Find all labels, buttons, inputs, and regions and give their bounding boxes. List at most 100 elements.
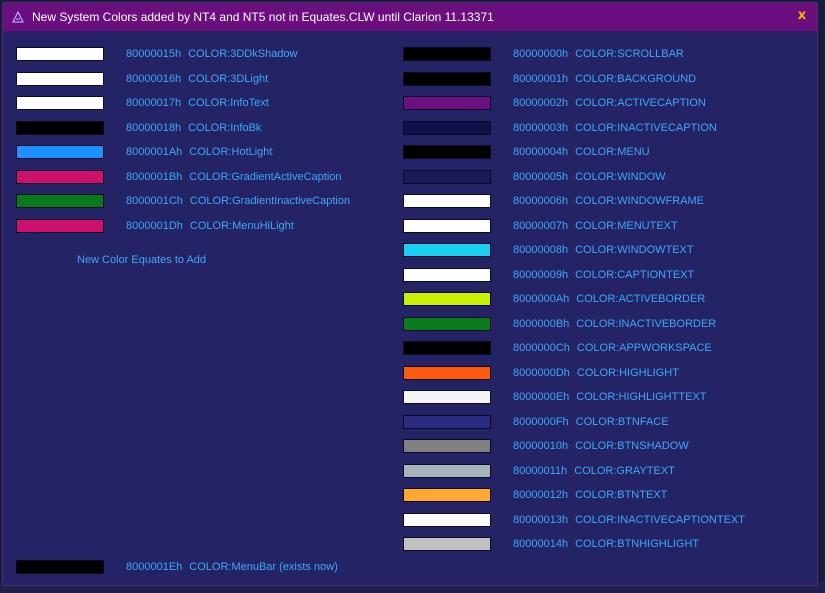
color-label: 80000015h COLOR:3DDkShadow [126, 48, 298, 60]
color-label: 80000016h COLOR:3DLight [126, 73, 268, 85]
color-code: 80000007h [513, 219, 569, 232]
color-code: 8000001Eh [126, 561, 183, 573]
color-code: 80000010h [513, 440, 569, 452]
color-code: 80000005h [513, 170, 569, 183]
color-swatch[interactable] [403, 120, 491, 135]
color-name: COLOR:ACTIVEBORDER [576, 293, 706, 305]
color-label: 80000018h COLOR:InfoBk [126, 122, 261, 134]
close-button[interactable]: x [795, 9, 809, 23]
color-code: 80000015h [126, 48, 182, 60]
color-label: 80000005h COLOR:WINDOW [513, 171, 666, 183]
color-label: 8000001Ah COLOR:HotLight [126, 146, 272, 158]
color-name: COLOR:BTNSHADOW [575, 440, 689, 452]
color-name: COLOR:GRAYTEXT [574, 464, 675, 477]
color-swatch[interactable] [403, 390, 491, 404]
color-name: COLOR:HIGHLIGHTTEXT [576, 391, 707, 403]
color-name: COLOR:BTNTEXT [575, 489, 668, 501]
color-row: 80000018h COLOR:InfoBk [16, 120, 261, 136]
color-name: COLOR:INACTIVECAPTION [575, 121, 717, 134]
color-row: 80000000h COLOR:SCROLLBAR [403, 46, 684, 62]
color-name: COLOR:GradientInactiveCaption [189, 195, 351, 207]
color-row: 80000006h COLOR:WINDOWFRAME [403, 193, 704, 209]
color-label: 8000001Bh COLOR:GradientActiveCaption [126, 171, 342, 183]
color-code: 80000001h [513, 72, 569, 85]
color-code: 80000002h [513, 97, 569, 109]
color-swatch[interactable] [403, 341, 491, 355]
color-swatch[interactable] [16, 96, 104, 110]
color-name: COLOR:CAPTIONTEXT [575, 268, 695, 281]
color-label: 8000000Eh COLOR:HIGHLIGHTTEXT [513, 391, 706, 403]
color-label: 80000003h COLOR:INACTIVECAPTION [513, 122, 717, 134]
color-swatch[interactable] [16, 218, 104, 233]
color-name: COLOR:MenuHiLight [189, 219, 294, 232]
color-swatch[interactable] [403, 267, 491, 282]
color-swatch[interactable] [403, 243, 491, 257]
color-code: 8000000Bh [513, 317, 570, 330]
color-row: 80000004h COLOR:MENU [403, 144, 650, 160]
color-name: COLOR:InfoText [188, 97, 269, 109]
color-code: 80000009h [513, 268, 569, 281]
window-title: New System Colors added by NT4 and NT5 n… [32, 10, 494, 24]
color-swatch[interactable] [16, 169, 104, 184]
color-label: 80000007h COLOR:MENUTEXT [513, 220, 678, 232]
section-label: New Color Equates to Add [77, 254, 207, 266]
color-code: 8000000Fh [513, 415, 569, 428]
color-name: COLOR:MenuBar (exists now) [189, 561, 338, 573]
color-row: 8000000Ch COLOR:APPWORKSPACE [403, 340, 712, 356]
color-swatch[interactable] [16, 194, 104, 208]
color-name: COLOR:APPWORKSPACE [576, 342, 712, 354]
color-swatch[interactable] [403, 194, 491, 208]
color-swatch[interactable] [403, 488, 491, 502]
color-swatch[interactable] [16, 71, 104, 86]
color-code: 80000006h [513, 195, 569, 207]
color-name: COLOR:3DLight [188, 72, 269, 85]
color-code: 80000013h [513, 513, 569, 526]
color-swatch[interactable] [16, 47, 104, 61]
color-label: 80000000h COLOR:SCROLLBAR [513, 48, 684, 60]
color-swatch[interactable] [403, 218, 491, 233]
color-swatch[interactable] [403, 537, 491, 551]
color-swatch[interactable] [403, 292, 491, 306]
color-swatch[interactable] [403, 71, 491, 86]
color-label: 8000001Eh COLOR:MenuBar (exists now) [126, 561, 338, 573]
color-label: 8000001Dh COLOR:MenuHiLight [126, 220, 294, 232]
color-row: 8000001Bh COLOR:GradientActiveCaption [16, 169, 342, 185]
color-name: COLOR:BTNFACE [575, 415, 669, 428]
color-swatch[interactable] [16, 145, 104, 159]
color-code: 80000004h [513, 146, 569, 158]
color-code: 80000003h [513, 121, 569, 134]
color-row: 8000000Fh COLOR:BTNFACE [403, 414, 669, 430]
color-label: 80000010h COLOR:BTNSHADOW [513, 440, 689, 452]
color-swatch[interactable] [403, 439, 491, 453]
color-label: 80000011h COLOR:GRAYTEXT [513, 465, 675, 477]
color-swatch[interactable] [16, 560, 104, 574]
color-code: 80000014h [513, 538, 569, 550]
color-code: 80000012h [513, 489, 569, 501]
color-row: 80000010h COLOR:BTNSHADOW [403, 438, 689, 454]
color-swatch[interactable] [403, 145, 491, 159]
color-swatch[interactable] [403, 365, 491, 380]
title-bar[interactable]: New System Colors added by NT4 and NT5 n… [3, 3, 817, 31]
color-swatch[interactable] [403, 169, 491, 184]
color-label: 80000004h COLOR:MENU [513, 146, 650, 158]
color-label: 80000002h COLOR:ACTIVECAPTION [513, 97, 706, 109]
color-swatch[interactable] [403, 414, 491, 429]
color-name: COLOR:MENUTEXT [575, 219, 678, 232]
color-label: 8000000Dh COLOR:HIGHLIGHT [513, 367, 679, 379]
color-code: 8000001Ah [126, 146, 183, 158]
color-swatch[interactable] [403, 316, 491, 331]
color-code: 8000001Dh [126, 219, 183, 232]
color-swatch[interactable] [403, 96, 491, 110]
color-row: 8000000Ah COLOR:ACTIVEBORDER [403, 291, 705, 307]
color-row: 80000012h COLOR:BTNTEXT [403, 487, 667, 503]
system-colors-window: New System Colors added by NT4 and NT5 n… [2, 2, 818, 586]
color-swatch[interactable] [16, 120, 104, 135]
color-row: 80000005h COLOR:WINDOW [403, 169, 666, 185]
color-swatch[interactable] [403, 463, 491, 478]
color-code: 80000018h [126, 121, 182, 134]
color-code: 8000000Ch [513, 342, 570, 354]
color-code: 8000001Bh [126, 170, 183, 183]
color-swatch[interactable] [403, 512, 491, 527]
color-code: 8000000Dh [513, 366, 570, 379]
color-swatch[interactable] [403, 47, 491, 61]
